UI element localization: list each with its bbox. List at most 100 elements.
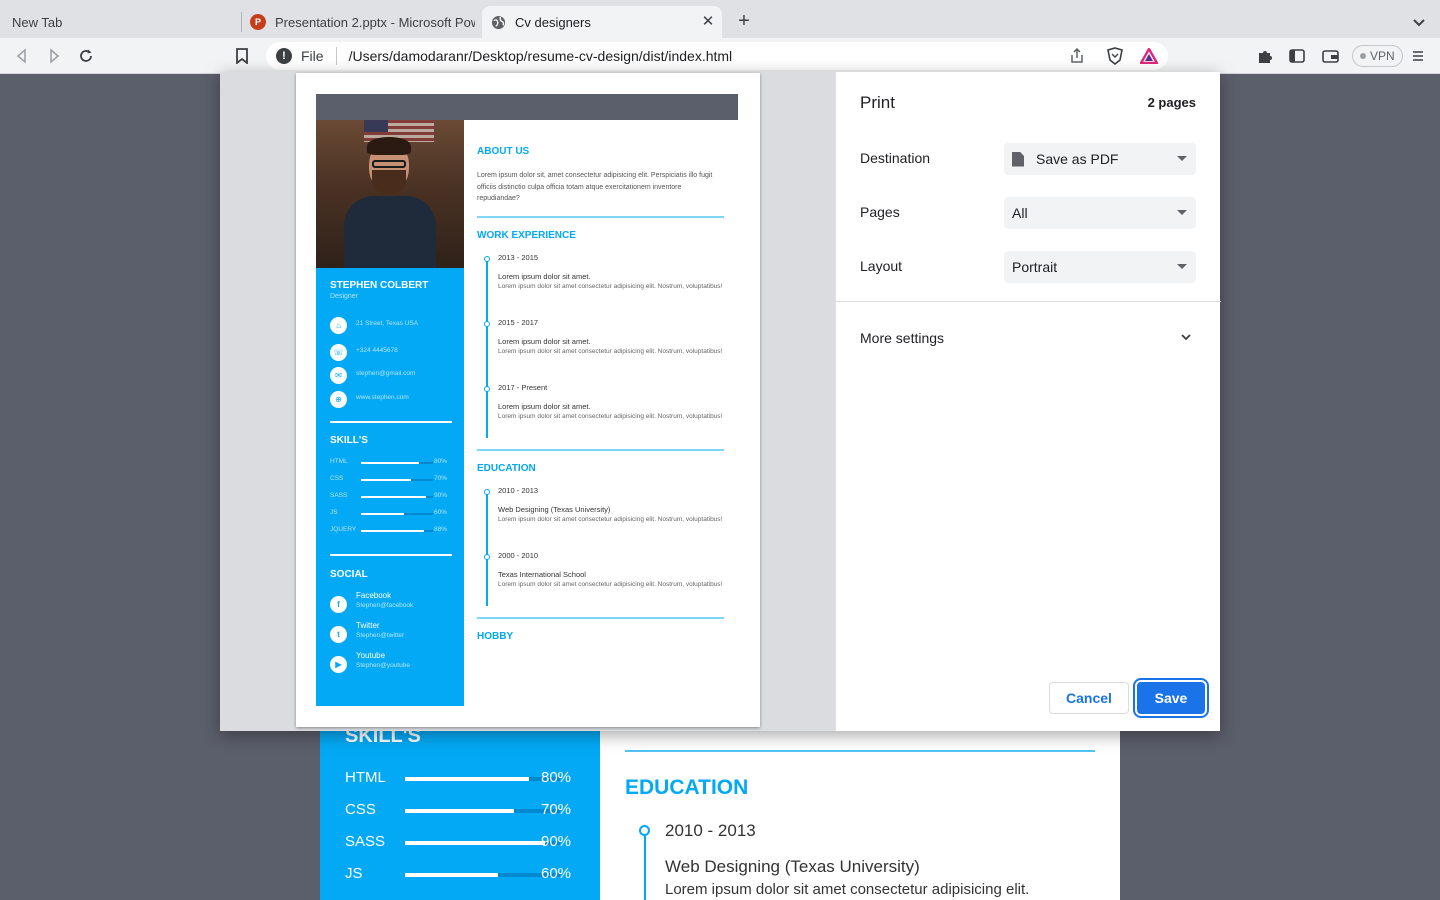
bg-divider: [625, 750, 1095, 752]
entry-years: 2017 - Present: [498, 383, 548, 392]
timeline-dot: [484, 554, 490, 560]
print-settings-panel: Print 2 pages Destination Save as PDF Pa…: [835, 72, 1221, 731]
bg-skill-bar: [405, 841, 560, 845]
bg-timeline-dot: [639, 825, 650, 836]
info-icon[interactable]: !: [276, 48, 292, 64]
education-entry: 2000 - 2010 Texas International School L…: [498, 551, 723, 591]
skill-name: JS: [330, 509, 338, 516]
social-name: Twitter: [356, 621, 380, 630]
plus-icon[interactable]: +: [733, 11, 755, 33]
entry-heading: Web Designing (Texas University): [498, 505, 611, 514]
bg-skill-name: JS: [345, 865, 363, 882]
entry-heading: Lorem ipsum dolor sit amet.: [498, 272, 591, 281]
menu-icon[interactable]: [1408, 46, 1428, 66]
skill-bar: [361, 530, 433, 532]
pages-select[interactable]: All: [1004, 197, 1196, 229]
print-preview-area[interactable]: STEPHEN COLBERT Designer ⌂ 21 Street, Te…: [220, 72, 835, 731]
vpn-button[interactable]: VPN: [1352, 45, 1403, 67]
facebook-icon: f: [330, 596, 347, 613]
bg-skill-pct: 80%: [541, 769, 572, 786]
tab-label: Presentation 2.pptx - Microsoft PowerPoi…: [275, 14, 475, 30]
social-name: Facebook: [356, 591, 392, 600]
about-text: Lorem ipsum dolor sit, amet consectetur …: [477, 172, 713, 202]
forward-icon[interactable]: [44, 46, 64, 66]
tab-label: New Tab: [12, 14, 63, 30]
entry-years: 2000 - 2010: [498, 551, 539, 560]
email-icon: ✉: [330, 367, 347, 384]
scheme-label: File: [301, 48, 324, 64]
bg-skill-row: SASS 90%: [345, 833, 585, 853]
reload-icon[interactable]: [76, 46, 96, 66]
extensions-icon[interactable]: [1255, 46, 1275, 66]
entry-desc: Lorem ipsum dolor sit amet consectetur a…: [498, 581, 723, 588]
skills-title: SKILL'S: [330, 435, 368, 446]
contact-address: ⌂ 21 Street, Texas USA: [330, 317, 460, 335]
vpn-status-dot: [1360, 53, 1366, 59]
layout-label: Layout: [860, 258, 903, 274]
bookmark-icon[interactable]: [232, 46, 252, 66]
settings-divider: [836, 301, 1221, 302]
brave-rewards-icon[interactable]: [1139, 46, 1159, 66]
skill-pct: 70%: [434, 475, 448, 482]
skill-pct: 80%: [434, 458, 448, 465]
youtube-icon: ▶: [330, 656, 347, 673]
skill-row: HTML 80%: [330, 458, 452, 468]
layout-row: Layout Portrait: [860, 251, 1197, 283]
social-youtube: ▶ Youtube Stephen@youtube: [330, 651, 460, 677]
share-icon[interactable]: [1067, 46, 1087, 66]
close-icon[interactable]: ✕: [700, 14, 716, 30]
bg-skill-fill: [405, 777, 529, 781]
skill-fill: [361, 530, 425, 532]
bg-skill-fill: [405, 809, 514, 813]
map-pin-icon: ⌂: [330, 317, 347, 334]
tab-cv-designers[interactable]: Cv designers ✕: [482, 6, 722, 38]
bg-skill-bar: [405, 777, 560, 781]
contact-web: ⊕ www.stephen.com: [330, 391, 460, 409]
social-handle: Stephen@twitter: [356, 632, 405, 639]
education-title: EDUCATION: [477, 463, 536, 474]
address-bar[interactable]: ! File /Users/damodaranr/Desktop/resume-…: [266, 42, 1168, 70]
contact-text: www.stephen.com: [356, 394, 409, 401]
globe-icon: [490, 14, 506, 30]
layout-select[interactable]: Portrait: [1004, 251, 1196, 283]
twitter-icon: t: [330, 626, 347, 643]
more-settings-toggle[interactable]: More settings: [860, 328, 1197, 350]
wallet-icon[interactable]: [1320, 46, 1340, 66]
skill-name: SASS: [330, 492, 348, 499]
bg-timeline-line: [644, 836, 646, 900]
destination-row: Destination Save as PDF: [860, 143, 1197, 175]
destination-select[interactable]: Save as PDF: [1004, 143, 1196, 175]
work-title: WORK EXPERIENCE: [477, 230, 576, 241]
destination-label: Destination: [860, 150, 931, 166]
entry-years: 2013 - 2015: [498, 253, 539, 262]
skill-name: CSS: [330, 475, 344, 482]
cv-header-bar: [316, 94, 738, 120]
entry-desc: Lorem ipsum dolor sit amet consectetur a…: [498, 283, 723, 290]
skill-row: SASS 90%: [330, 492, 452, 502]
sidebar-icon[interactable]: [1287, 46, 1307, 66]
social-facebook: f Facebook Stephen@facebook: [330, 591, 460, 617]
bg-skill-bar: [405, 873, 560, 877]
timeline-dot: [484, 386, 490, 392]
bg-skill-bar: [405, 809, 560, 813]
tab-powerpoint[interactable]: P Presentation 2.pptx - Microsoft PowerP…: [242, 6, 478, 38]
caret-down-icon: [1177, 210, 1187, 215]
bg-skill-name: SASS: [345, 833, 386, 850]
tab-search-icon[interactable]: [1409, 12, 1429, 32]
save-button[interactable]: Save: [1137, 682, 1205, 714]
tab-new-tab[interactable]: New Tab: [0, 6, 240, 38]
skill-name: JQUERY: [330, 526, 357, 533]
back-icon[interactable]: [12, 46, 32, 66]
timeline-dot: [484, 489, 490, 495]
cancel-button[interactable]: Cancel: [1049, 682, 1129, 714]
social-name: Youtube: [356, 651, 386, 660]
bg-skill-name: HTML: [345, 769, 386, 786]
url-text[interactable]: /Users/damodaranr/Desktop/resume-cv-desi…: [349, 48, 733, 64]
skill-fill: [361, 462, 419, 464]
skill-pct: 88%: [434, 526, 448, 533]
brave-shield-icon[interactable]: [1105, 46, 1125, 66]
skill-row: JQUERY 88%: [330, 526, 452, 536]
entry-heading: Lorem ipsum dolor sit amet.: [498, 337, 591, 346]
contact-phone: ☏ +324 4445678: [330, 344, 460, 362]
social-handle: Stephen@youtube: [356, 662, 410, 669]
